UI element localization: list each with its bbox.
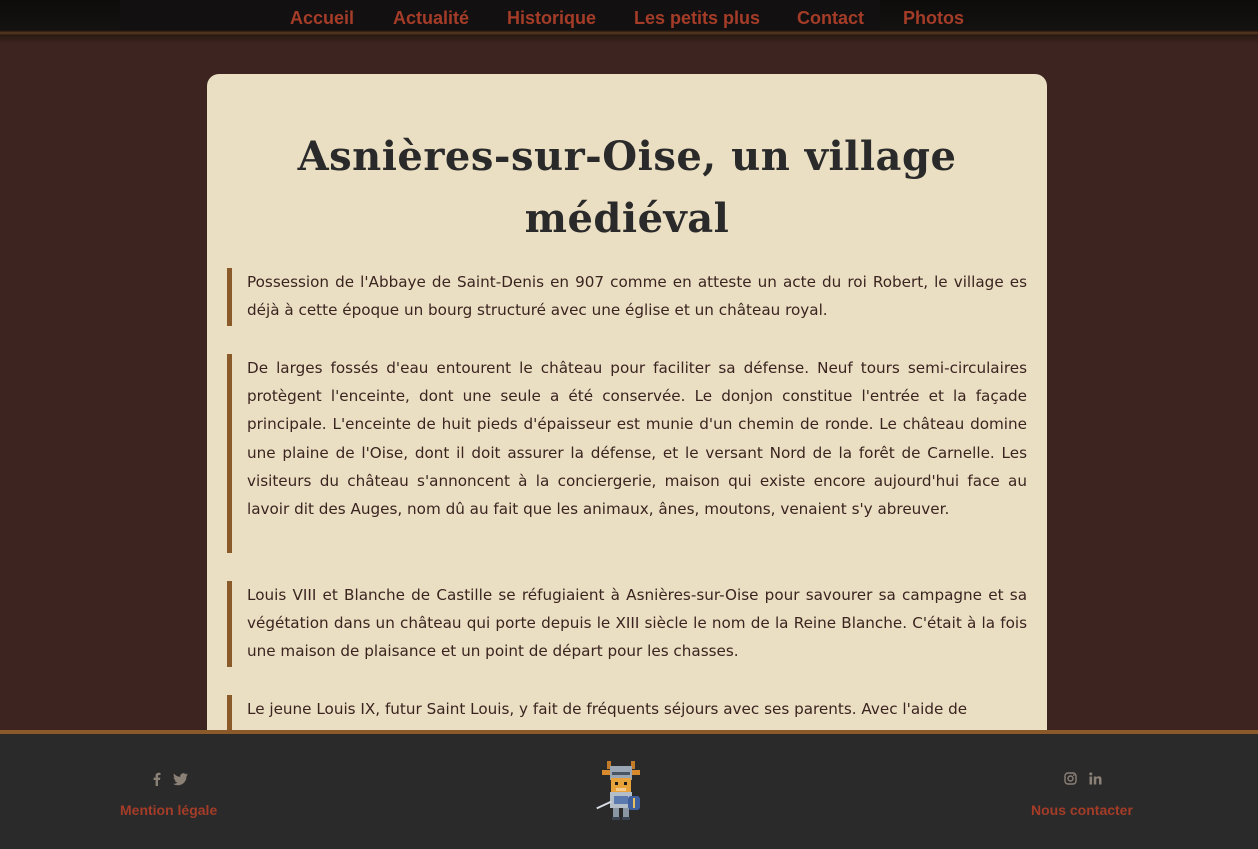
nav-link-photos[interactable]: Photos [903,8,964,29]
page-title: Asnières-sur-Oise, un village médiéval [247,126,1007,250]
footer-social-left [148,772,192,790]
article-paragraph: Louis VIII et Blanche de Castille se réf… [227,581,1027,667]
nav-link-historique[interactable]: Historique [507,8,596,29]
footer-social-right [1060,772,1106,789]
instagram-icon[interactable] [1064,772,1081,789]
page-title-line-2: médiéval [524,195,730,242]
footer: Mention légale Nous contacter [0,730,1258,849]
linkedin-icon[interactable] [1089,772,1102,789]
top-navigation-bar: Accueil Actualité Historique Les petits … [0,0,1258,44]
article-card: Asnières-sur-Oise, un village médiéval P… [207,74,1047,794]
nav-link-actualite[interactable]: Actualité [393,8,469,29]
legal-notice-link[interactable]: Mention légale [120,802,217,818]
nav-link-accueil[interactable]: Accueil [290,8,354,29]
page-title-line-1: Asnières-sur-Oise, un village [297,133,957,180]
nav-link-contact[interactable]: Contact [797,8,864,29]
article-paragraph: De larges fossés d'eau entourent le chât… [227,354,1027,553]
main-nav: Accueil Actualité Historique Les petits … [0,8,1258,32]
facebook-icon[interactable] [152,772,165,790]
article-paragraph: Possession de l'Abbaye de Saint-Denis en… [227,268,1027,326]
knight-giraffe-mascot [594,758,648,822]
twitter-icon[interactable] [173,773,189,790]
contact-us-link[interactable]: Nous contacter [1031,802,1133,818]
nav-link-les-petits-plus[interactable]: Les petits plus [634,8,760,29]
